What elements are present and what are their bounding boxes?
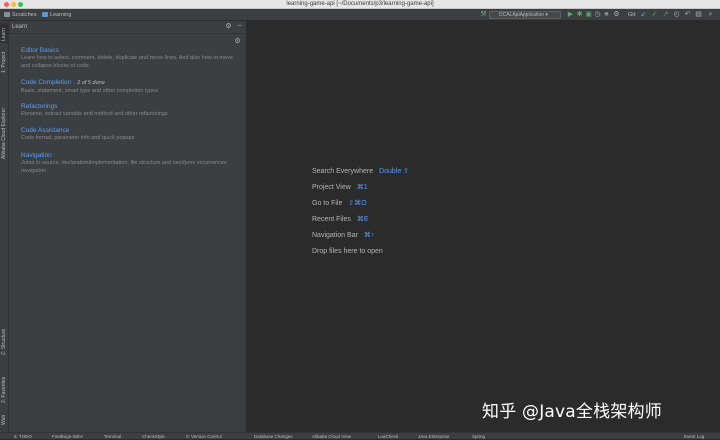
lesson-title[interactable]: Code Assistance — [21, 126, 241, 135]
lesson-description: Jump to source, declaration/implementati… — [21, 160, 227, 174]
window-title-bar: learning-game-api [~/Documents/p3/learni… — [0, 0, 720, 9]
vcs-label: Git: — [628, 12, 637, 18]
tool-tab-project[interactable]: 1: Project — [0, 45, 9, 75]
tool-tab-structure[interactable]: Z: Structure — [0, 319, 9, 359]
vcs-rollback-icon[interactable]: ↶ — [684, 11, 691, 19]
profile-icon[interactable]: ◷ — [594, 11, 601, 19]
run-configuration-select[interactable]: DCALApiApplication ▾ — [489, 11, 561, 19]
lesson-title[interactable]: Editor Basics — [21, 46, 241, 55]
hint-shortcut: ⌘1 — [356, 184, 368, 191]
breadcrumb-scratches[interactable]: Scratches — [4, 9, 36, 21]
lesson-description: Rename, extract variable and method and … — [21, 111, 168, 117]
breadcrumb-separator: › — [36, 12, 38, 18]
tool-tab-alibaba-cloud-explorer[interactable]: Alibaba Cloud Explorer — [0, 81, 9, 161]
tool-tab-favorites[interactable]: 2: Favorites — [0, 367, 9, 407]
learning-icon — [42, 11, 48, 17]
run-with-coverage-icon[interactable]: ▣ — [585, 11, 592, 19]
lesson-title[interactable]: Navigation — [21, 151, 241, 160]
build-hammer-icon[interactable]: ⚒ — [480, 11, 487, 19]
hint-drop-files: Drop files here to open — [312, 248, 383, 255]
learn-panel-header: Learn ⚙ − — [9, 21, 247, 34]
navigation-bar: Scratches › Learning ⚒ DCALApiApplicatio… — [0, 9, 720, 21]
lesson-item[interactable]: Code Completion 2 of 5 done Basic, statem… — [21, 78, 241, 96]
lesson-progress: 2 of 5 done — [77, 80, 105, 86]
hint-search-everywhere: Search Everywhere Double ⇧ — [312, 168, 410, 175]
settings-gear-icon[interactable]: ⚙ — [613, 11, 620, 19]
hint-shortcut: ⌘↑ — [363, 232, 375, 239]
lesson-description: Basic, statement, smart type and other c… — [21, 88, 158, 94]
watermark-text: 知乎 @Java全栈架构师 — [482, 402, 662, 422]
bottom-tool-bar: 6: TODO FindBugs-IDEA Terminal CheckStyl… — [0, 432, 720, 439]
hint-shortcut: Double ⇧ — [379, 168, 410, 175]
lesson-settings-gear-icon[interactable]: ⚙ — [234, 38, 241, 46]
vcs-push-icon[interactable]: ↗ — [662, 11, 669, 19]
vcs-commit-icon[interactable]: ✓ — [651, 11, 658, 19]
debug-icon[interactable]: ✱ — [576, 11, 583, 19]
project-structure-icon[interactable]: ▤ — [695, 11, 702, 19]
run-icon[interactable]: ▶ — [567, 11, 574, 19]
tool-tab-learn[interactable]: Learn — [0, 23, 9, 43]
learn-panel-title: Learn — [12, 24, 28, 30]
editor-empty-area[interactable]: Search Everywhere Double ⇧ Project View ⌘1… — [247, 21, 720, 432]
window-title: learning-game-api [~/Documents/p3/learni… — [286, 1, 434, 7]
hint-project-view: Project View ⌘1 — [312, 184, 368, 191]
hint-recent-files: Recent Files ⌘E — [312, 216, 369, 223]
hint-navigation-bar: Navigation Bar ⌘↑ — [312, 232, 375, 239]
search-everywhere-icon[interactable]: ⌕ — [707, 11, 714, 19]
lesson-description: Code format, parameter info and quick po… — [21, 135, 135, 141]
lesson-title-row: Code Completion 2 of 5 done — [21, 78, 241, 88]
folder-icon — [4, 11, 10, 17]
left-tool-strip: Learn 1: Project Alibaba Cloud Explorer … — [0, 21, 9, 432]
panel-settings-gear-icon[interactable]: ⚙ — [225, 23, 232, 31]
vcs-update-icon[interactable]: ↙ — [640, 11, 647, 19]
panel-hide-minus-icon[interactable]: − — [236, 23, 243, 31]
hint-shortcut: ⇧⌘O — [348, 200, 367, 207]
lesson-description: Learn how to select, comment, delete, du… — [21, 55, 233, 69]
lesson-item[interactable]: Editor Basics Learn how to select, comme… — [21, 46, 241, 70]
lesson-item[interactable]: Navigation Jump to source, declaration/i… — [21, 151, 241, 175]
lesson-item[interactable]: Code Assistance Code format, parameter i… — [21, 126, 241, 143]
hint-go-to-file: Go to File ⇧⌘O — [312, 200, 367, 207]
lesson-item[interactable]: Refactorings Rename, extract variable an… — [21, 102, 241, 119]
tool-tab-web[interactable]: Web — [0, 411, 9, 427]
hint-shortcut: ⌘E — [356, 216, 369, 223]
stop-icon[interactable]: ■ — [603, 11, 610, 19]
vcs-history-icon[interactable]: ◴ — [673, 11, 680, 19]
lesson-title[interactable]: Code Completion — [21, 79, 71, 86]
lesson-title[interactable]: Refactorings — [21, 102, 241, 111]
learn-panel: Learn ⚙ − ⚙ Editor Basics Learn how to s… — [9, 21, 247, 432]
breadcrumb-learning[interactable]: Learning — [42, 9, 71, 21]
